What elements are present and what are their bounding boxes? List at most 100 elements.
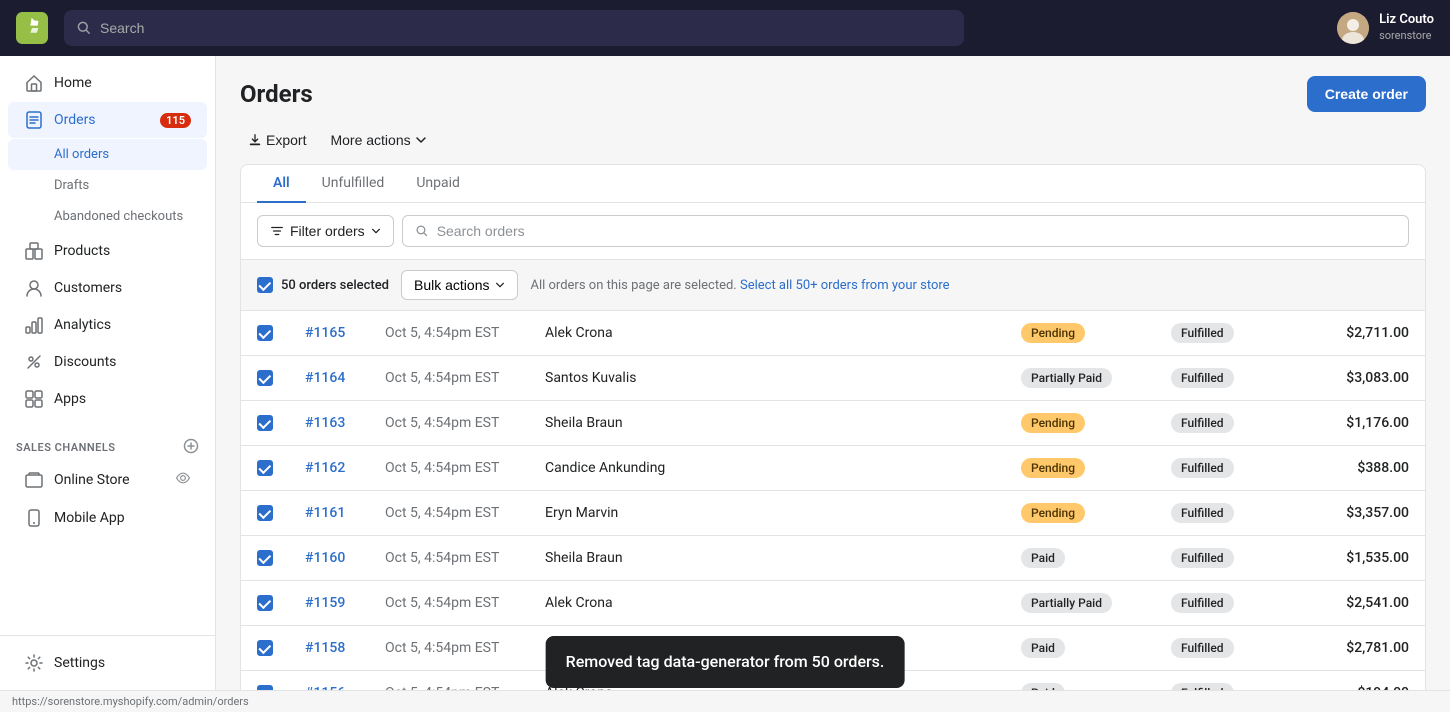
table-row[interactable]: #1160 Oct 5, 4:54pm EST Sheila Braun Pai…: [241, 536, 1425, 581]
order-date: Oct 5, 4:54pm EST: [369, 446, 529, 491]
select-all-link[interactable]: Select all 50+ orders from your store: [740, 278, 950, 293]
order-amount: $388.00: [1305, 446, 1425, 491]
sidebar-item-discounts[interactable]: Discounts: [8, 344, 207, 380]
sidebar-item-apps[interactable]: Apps: [8, 381, 207, 417]
payment-badge: Paid: [1021, 638, 1065, 658]
payment-badge: Partially Paid: [1021, 368, 1112, 388]
order-payment: Paid: [1005, 536, 1155, 581]
order-id: #1161: [289, 491, 369, 536]
table-row[interactable]: #1162 Oct 5, 4:54pm EST Candice Ankundin…: [241, 446, 1425, 491]
export-button[interactable]: Export: [240, 128, 314, 152]
toolbar: Export More actions: [240, 128, 1426, 152]
order-fulfillment: Fulfilled: [1155, 446, 1305, 491]
table-row[interactable]: #1159 Oct 5, 4:54pm EST Alek Crona Parti…: [241, 581, 1425, 626]
abandoned-label: Abandoned checkouts: [54, 209, 183, 224]
order-payment: Pending: [1005, 446, 1155, 491]
products-icon: [24, 241, 44, 261]
fulfillment-badge: Fulfilled: [1171, 548, 1234, 568]
sidebar-item-all-orders[interactable]: All orders: [8, 139, 207, 170]
table-row[interactable]: #1161 Oct 5, 4:54pm EST Eryn Marvin Pend…: [241, 491, 1425, 536]
more-actions-button[interactable]: More actions: [322, 128, 434, 152]
analytics-label: Analytics: [54, 317, 111, 333]
filter-orders-button[interactable]: Filter orders: [257, 215, 394, 247]
table-row[interactable]: #1163 Oct 5, 4:54pm EST Sheila Braun Pen…: [241, 401, 1425, 446]
all-orders-label: All orders: [54, 147, 109, 162]
user-name: Liz Couto: [1379, 12, 1434, 29]
fulfillment-badge: Fulfilled: [1171, 503, 1234, 523]
select-all-text: All orders on this page are selected. Se…: [530, 278, 949, 293]
row-checkbox[interactable]: [257, 325, 273, 341]
sidebar-item-drafts[interactable]: Drafts: [8, 170, 207, 201]
home-label: Home: [54, 75, 92, 91]
tab-all[interactable]: All: [257, 165, 306, 203]
row-checkbox[interactable]: [257, 550, 273, 566]
table-row[interactable]: #1164 Oct 5, 4:54pm EST Santos Kuvalis P…: [241, 356, 1425, 401]
online-store-label: Online Store: [54, 472, 130, 488]
order-fulfillment: Fulfilled: [1155, 311, 1305, 356]
row-checkbox[interactable]: [257, 415, 273, 431]
order-date: Oct 5, 4:54pm EST: [369, 401, 529, 446]
order-customer: Eryn Marvin: [529, 491, 1005, 536]
order-payment: Paid: [1005, 626, 1155, 671]
order-amount: $1,535.00: [1305, 536, 1425, 581]
row-checkbox[interactable]: [257, 595, 273, 611]
order-customer: Alek Crona: [529, 581, 1005, 626]
tab-unpaid[interactable]: Unpaid: [400, 165, 476, 203]
sidebar-item-settings[interactable]: Settings: [8, 645, 207, 681]
payment-badge: Pending: [1021, 458, 1085, 478]
apps-label: Apps: [54, 391, 86, 407]
order-customer: Sheila Braun: [529, 536, 1005, 581]
tab-unfulfilled[interactable]: Unfulfilled: [306, 165, 401, 203]
order-amount: $3,357.00: [1305, 491, 1425, 536]
create-order-button[interactable]: Create order: [1307, 76, 1426, 112]
order-id: #1159: [289, 581, 369, 626]
search-orders-input[interactable]: [437, 223, 1396, 239]
sidebar-item-home[interactable]: Home: [8, 65, 207, 101]
search-orders-field[interactable]: [402, 215, 1409, 247]
row-checkbox[interactable]: [257, 505, 273, 521]
user-menu[interactable]: Liz Couto sorenstore: [1337, 12, 1434, 44]
settings-icon: [24, 653, 44, 673]
order-payment: Pending: [1005, 491, 1155, 536]
home-icon: [24, 73, 44, 93]
order-customer: Candice Ankunding: [529, 446, 1005, 491]
logo[interactable]: [16, 12, 48, 44]
order-fulfillment: Fulfilled: [1155, 626, 1305, 671]
sidebar-item-customers[interactable]: Customers: [8, 270, 207, 306]
order-fulfillment: Fulfilled: [1155, 671, 1305, 691]
order-date: Oct 5, 4:54pm EST: [369, 581, 529, 626]
table-row[interactable]: #1165 Oct 5, 4:54pm EST Alek Crona Pendi…: [241, 311, 1425, 356]
order-date: Oct 5, 4:54pm EST: [369, 536, 529, 581]
discounts-icon: [24, 352, 44, 372]
sidebar-item-online-store[interactable]: Online Store: [8, 462, 207, 498]
sidebar-item-mobile-app[interactable]: Mobile App: [8, 500, 207, 536]
row-checkbox[interactable]: [257, 640, 273, 656]
bulk-actions-button[interactable]: Bulk actions: [401, 270, 518, 300]
global-search[interactable]: [64, 10, 964, 46]
fulfillment-badge: Fulfilled: [1171, 458, 1234, 478]
order-id: #1165: [289, 311, 369, 356]
order-id: #1162: [289, 446, 369, 491]
order-fulfillment: Fulfilled: [1155, 581, 1305, 626]
row-checkbox[interactable]: [257, 370, 273, 386]
search-input[interactable]: [100, 20, 952, 36]
order-date: Oct 5, 4:54pm EST: [369, 356, 529, 401]
page-header: Orders Create order: [240, 76, 1426, 112]
order-id: #1164: [289, 356, 369, 401]
row-checkbox[interactable]: [257, 460, 273, 476]
online-store-icon: [24, 470, 44, 490]
fulfillment-badge: Fulfilled: [1171, 683, 1234, 690]
online-store-visibility-icon[interactable]: [175, 470, 191, 490]
sidebar-item-orders[interactable]: Orders 115: [8, 102, 207, 138]
order-fulfillment: Fulfilled: [1155, 356, 1305, 401]
store-name: sorenstore: [1379, 29, 1434, 43]
sidebar-item-analytics[interactable]: Analytics: [8, 307, 207, 343]
payment-badge: Pending: [1021, 413, 1085, 433]
bulk-checkbox[interactable]: [257, 277, 273, 293]
filter-row: Filter orders: [241, 203, 1425, 260]
toast-notification: Removed tag data-generator from 50 order…: [546, 636, 905, 688]
add-sales-channel-icon[interactable]: [183, 438, 199, 457]
sidebar-item-abandoned[interactable]: Abandoned checkouts: [8, 201, 207, 232]
order-id: #1163: [289, 401, 369, 446]
sidebar-item-products[interactable]: Products: [8, 233, 207, 269]
